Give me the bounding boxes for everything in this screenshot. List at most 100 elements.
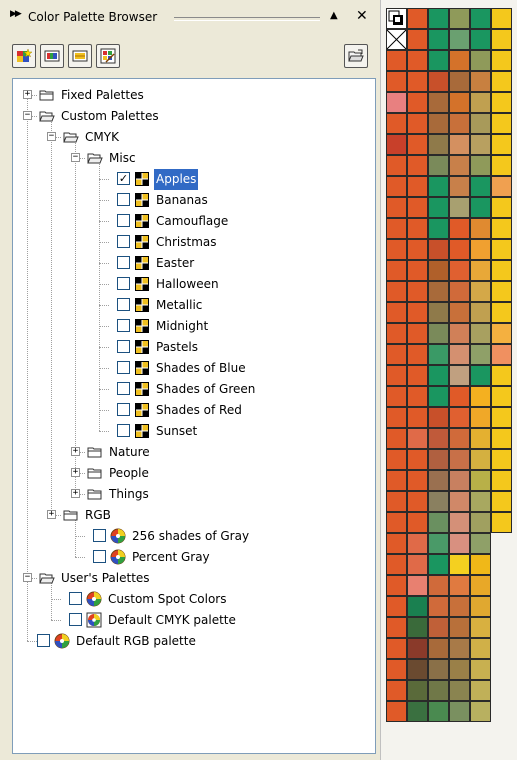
color-swatch[interactable] <box>470 218 491 239</box>
color-swatch[interactable] <box>470 113 491 134</box>
color-swatch[interactable] <box>491 344 512 365</box>
color-swatch[interactable] <box>491 428 512 449</box>
palette-checkbox[interactable] <box>117 256 130 269</box>
color-swatch[interactable] <box>407 302 428 323</box>
tree-label[interactable]: Apples <box>154 169 199 190</box>
open-folder-button[interactable] <box>344 44 368 68</box>
color-swatch[interactable] <box>407 92 428 113</box>
color-swatch[interactable] <box>449 260 470 281</box>
color-swatch[interactable] <box>386 659 407 680</box>
color-swatch[interactable] <box>491 29 512 50</box>
palette-checkbox[interactable] <box>69 592 82 605</box>
tree-row-customspot[interactable]: Custom Spot Colors <box>13 589 373 610</box>
expand-arrows-icon[interactable]: ▶▶ <box>10 9 22 19</box>
color-swatch[interactable] <box>449 29 470 50</box>
color-swatch[interactable] <box>428 575 449 596</box>
color-swatch[interactable] <box>470 92 491 113</box>
palette-checkbox[interactable] <box>117 277 130 290</box>
color-swatch[interactable] <box>428 29 449 50</box>
color-swatch[interactable] <box>470 344 491 365</box>
color-swatch[interactable] <box>407 533 428 554</box>
color-swatch[interactable] <box>428 617 449 638</box>
color-swatch[interactable] <box>428 218 449 239</box>
color-swatch[interactable] <box>491 260 512 281</box>
color-swatch[interactable] <box>470 617 491 638</box>
color-swatch[interactable] <box>428 155 449 176</box>
color-swatch[interactable] <box>428 323 449 344</box>
color-swatch[interactable] <box>386 554 407 575</box>
color-swatch[interactable] <box>449 344 470 365</box>
color-swatch[interactable] <box>407 50 428 71</box>
color-swatch[interactable] <box>428 8 449 29</box>
tree-row-fixed[interactable]: + Fixed Palettes <box>13 85 373 106</box>
tree-row-users[interactable]: − User's Palettes <box>13 568 373 589</box>
tree-label[interactable]: User's Palettes <box>59 568 152 589</box>
color-swatch[interactable] <box>407 29 428 50</box>
palette-checkbox[interactable] <box>117 424 130 437</box>
expand-icon[interactable]: + <box>71 468 80 477</box>
color-swatch[interactable] <box>449 659 470 680</box>
collapse-icon[interactable]: − <box>47 132 56 141</box>
color-swatch[interactable] <box>386 218 407 239</box>
tree-row-easter[interactable]: Easter <box>13 253 373 274</box>
color-swatch[interactable] <box>407 365 428 386</box>
color-swatch[interactable] <box>470 554 491 575</box>
color-swatch[interactable] <box>407 239 428 260</box>
tree-row-cmyk[interactable]: − CMYK <box>13 127 373 148</box>
color-swatch[interactable] <box>449 638 470 659</box>
color-swatch[interactable] <box>491 407 512 428</box>
color-swatch[interactable] <box>449 701 470 722</box>
color-swatch[interactable] <box>449 449 470 470</box>
color-swatch[interactable] <box>470 197 491 218</box>
color-swatch[interactable] <box>428 386 449 407</box>
tree-row-halloween[interactable]: Halloween <box>13 274 373 295</box>
palette-checkbox[interactable] <box>117 193 130 206</box>
color-swatch[interactable] <box>470 155 491 176</box>
color-swatch[interactable] <box>428 365 449 386</box>
tree-label[interactable]: Halloween <box>154 274 221 295</box>
color-swatch[interactable] <box>428 197 449 218</box>
color-swatch[interactable] <box>386 71 407 92</box>
color-swatch[interactable] <box>407 344 428 365</box>
color-swatch[interactable] <box>407 260 428 281</box>
tree-row-pastels[interactable]: Pastels <box>13 337 373 358</box>
color-swatch[interactable] <box>491 92 512 113</box>
color-swatch[interactable] <box>491 386 512 407</box>
tree-label[interactable]: 256 shades of Gray <box>130 526 251 547</box>
color-swatch[interactable] <box>428 659 449 680</box>
color-swatch[interactable] <box>428 491 449 512</box>
color-swatch[interactable] <box>449 197 470 218</box>
tree-label[interactable]: Shades of Green <box>154 379 257 400</box>
color-swatch[interactable] <box>470 428 491 449</box>
open-palette-editor-button[interactable] <box>96 44 120 68</box>
color-swatch[interactable] <box>449 8 470 29</box>
collapse-button[interactable]: ▲ <box>330 10 338 21</box>
tree-label[interactable]: Shades of Blue <box>154 358 248 379</box>
color-swatch[interactable] <box>491 134 512 155</box>
color-swatch[interactable] <box>386 470 407 491</box>
color-swatch[interactable] <box>470 8 491 29</box>
color-swatch[interactable] <box>407 386 428 407</box>
color-swatch[interactable] <box>470 50 491 71</box>
color-swatch[interactable] <box>407 491 428 512</box>
color-swatch[interactable] <box>491 449 512 470</box>
tree-label[interactable]: Default RGB palette <box>74 631 198 652</box>
expand-icon[interactable]: + <box>23 90 32 99</box>
color-swatch[interactable] <box>470 491 491 512</box>
color-swatch[interactable] <box>428 239 449 260</box>
color-swatch[interactable] <box>428 113 449 134</box>
tree-row-gray256[interactable]: 256 shades of Gray <box>13 526 373 547</box>
color-swatch[interactable] <box>449 50 470 71</box>
color-swatch[interactable] <box>386 407 407 428</box>
tree-label[interactable]: Fixed Palettes <box>59 85 146 106</box>
color-swatch[interactable] <box>470 596 491 617</box>
color-swatch[interactable] <box>386 449 407 470</box>
color-swatch[interactable] <box>491 71 512 92</box>
color-swatch[interactable] <box>449 596 470 617</box>
color-swatch[interactable] <box>449 155 470 176</box>
color-swatch[interactable] <box>428 596 449 617</box>
color-swatch[interactable] <box>407 428 428 449</box>
color-swatch[interactable] <box>407 512 428 533</box>
color-swatch[interactable] <box>470 302 491 323</box>
color-swatch[interactable] <box>407 134 428 155</box>
